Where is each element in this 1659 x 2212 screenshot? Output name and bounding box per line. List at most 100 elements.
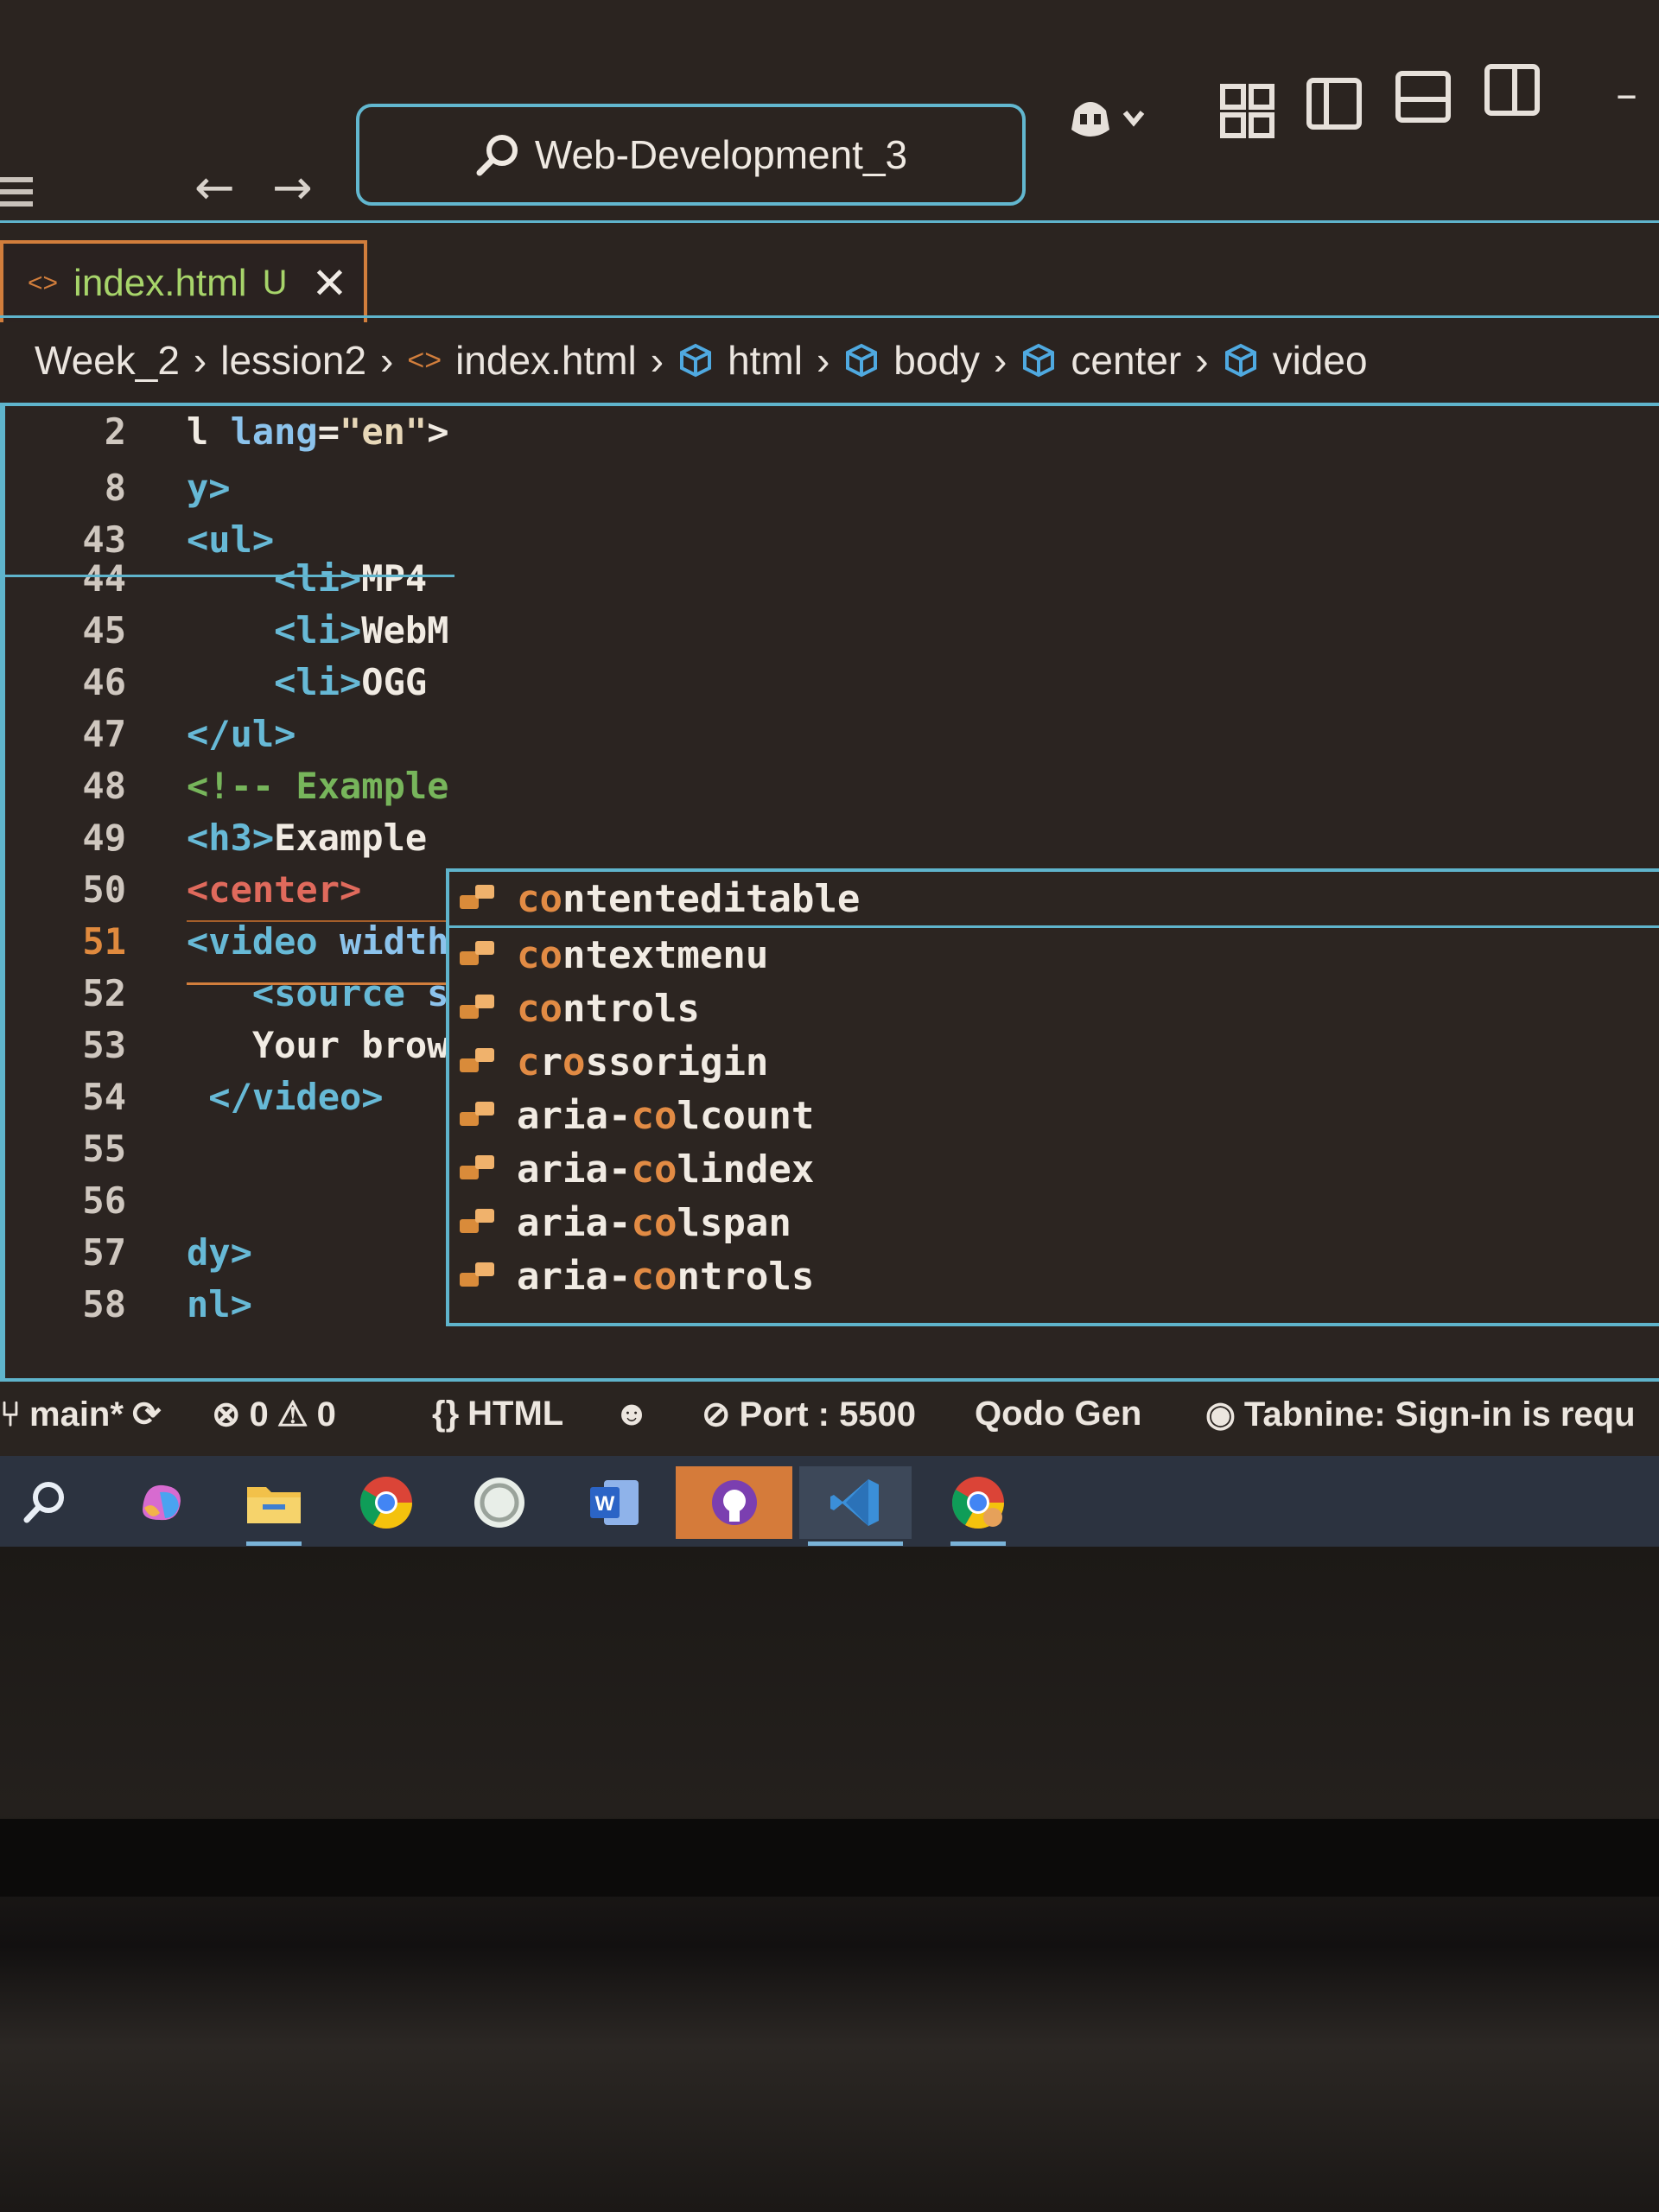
breadcrumb-week2[interactable]: Week_2 bbox=[35, 337, 180, 384]
chrome-icon[interactable] bbox=[350, 1466, 423, 1539]
suggestion-text: lindex bbox=[677, 1147, 815, 1192]
code-token: </video> bbox=[187, 1076, 384, 1118]
code-token: lang bbox=[230, 410, 318, 453]
code-token: <li> bbox=[187, 661, 362, 703]
file-explorer-icon[interactable] bbox=[238, 1466, 310, 1546]
code-token: > bbox=[427, 410, 449, 453]
command-center-search[interactable]: Web-Development_3 bbox=[356, 104, 1026, 206]
suggestion-text: r bbox=[539, 1039, 563, 1084]
line-number: 46 bbox=[82, 661, 126, 703]
qodo-gen-status[interactable]: Qodo Gen bbox=[975, 1395, 1141, 1433]
search-icon bbox=[476, 135, 518, 176]
windows-taskbar: W bbox=[0, 1456, 1659, 1547]
code-editor[interactable]: 58 nl> 57 dy> 56 55 54 </video> 53 Your browser… bbox=[0, 406, 1659, 1378]
suggestion-text: aria- bbox=[517, 1200, 632, 1245]
suggestion-item[interactable]: aria-controls bbox=[449, 1249, 1659, 1303]
vscode-icon[interactable] bbox=[799, 1466, 912, 1546]
toggle-primary-sidebar-icon[interactable] bbox=[1306, 78, 1362, 130]
code-line[interactable]: 49 <h3>Example bbox=[5, 812, 1659, 864]
running-indicator bbox=[246, 1541, 302, 1546]
chevron-right-icon: › bbox=[380, 338, 394, 383]
search-label: Web-Development_3 bbox=[534, 132, 908, 177]
element-cube-icon bbox=[1224, 343, 1256, 378]
back-arrow-icon[interactable]: ← bbox=[194, 160, 235, 216]
suggestion-label: crossorigin bbox=[517, 1040, 768, 1084]
sticky-scroll-divider bbox=[5, 575, 454, 577]
breadcrumb-video[interactable]: video bbox=[1273, 337, 1368, 384]
code-text: nl> bbox=[187, 1279, 252, 1331]
code-text: y> bbox=[187, 462, 231, 514]
customize-layout-icon[interactable] bbox=[1218, 82, 1279, 146]
suggestion-label: contenteditable bbox=[517, 877, 860, 921]
code-line[interactable]: 43 <ul> bbox=[5, 514, 1659, 566]
minimize-icon[interactable]: – bbox=[1616, 69, 1637, 119]
suggestion-text: aria- bbox=[517, 1147, 632, 1192]
toggle-panel-icon[interactable] bbox=[1395, 71, 1451, 123]
suggestion-text: co bbox=[517, 876, 563, 921]
code-line[interactable]: 2 l lang="en"> bbox=[5, 406, 1659, 458]
word-icon[interactable]: W bbox=[579, 1466, 652, 1539]
copilot-status-icon[interactable]: ☻ bbox=[613, 1395, 650, 1433]
suggestion-item[interactable]: contextmenu bbox=[449, 928, 1659, 982]
suggestion-text: co bbox=[631, 1147, 677, 1192]
code-line[interactable]: 46 <li>OGG bbox=[5, 657, 1659, 709]
copilot-app-icon[interactable] bbox=[125, 1466, 198, 1539]
tabnine-status[interactable]: ◉ Tabnine: Sign-in is requ bbox=[1205, 1395, 1636, 1434]
breadcrumb-body[interactable]: body bbox=[893, 337, 980, 384]
breadcrumb-html[interactable]: html bbox=[728, 337, 803, 384]
line-number: 58 bbox=[82, 1283, 126, 1325]
title-bar: ← → Web-Development_3 – bbox=[0, 0, 1659, 225]
forward-arrow-icon[interactable]: → bbox=[272, 160, 313, 216]
breadcrumb-index-html[interactable]: index.html bbox=[455, 337, 637, 384]
suggestion-item[interactable]: aria-colindex bbox=[449, 1142, 1659, 1196]
chevron-right-icon: › bbox=[994, 338, 1007, 383]
code-text: </video> bbox=[187, 1071, 384, 1123]
code-line[interactable]: 48 <!-- Example bbox=[5, 760, 1659, 812]
problems-status[interactable]: ⊗ 0 ⚠ 0 bbox=[212, 1395, 336, 1434]
code-token: <li> bbox=[187, 609, 362, 652]
breadcrumb-center[interactable]: center bbox=[1071, 337, 1181, 384]
whatsapp-icon[interactable] bbox=[463, 1466, 536, 1539]
tab-filename: index.html bbox=[73, 261, 247, 304]
suggestion-item[interactable]: crossorigin bbox=[449, 1035, 1659, 1089]
chrome-profile-icon[interactable] bbox=[942, 1466, 1014, 1546]
port-label: Port : 5500 bbox=[739, 1395, 917, 1433]
suggestion-item[interactable]: aria-colspan bbox=[449, 1196, 1659, 1249]
tab-index-html[interactable]: <> index.html U ✕ bbox=[0, 240, 367, 322]
live-server-status[interactable]: ⊘ Port : 5500 bbox=[702, 1395, 916, 1434]
error-count: 0 bbox=[249, 1395, 269, 1433]
github-desktop-icon[interactable] bbox=[676, 1466, 792, 1539]
line-number: 43 bbox=[82, 518, 126, 561]
code-line[interactable]: 47 </ul> bbox=[5, 709, 1659, 760]
suggestion-item[interactable]: aria-colcount bbox=[449, 1089, 1659, 1142]
braces-icon: {} bbox=[432, 1395, 460, 1433]
suggestion-text: co bbox=[631, 1200, 677, 1245]
suggestion-text: aria- bbox=[517, 1254, 632, 1299]
line-number: 56 bbox=[82, 1179, 126, 1222]
toggle-secondary-sidebar-icon[interactable] bbox=[1484, 64, 1540, 116]
tab-close-icon[interactable]: ✕ bbox=[311, 258, 347, 308]
suggestion-text: co bbox=[631, 1254, 677, 1299]
suggestion-text: ntrols bbox=[562, 986, 700, 1031]
suggestion-text: ntrols bbox=[677, 1254, 815, 1299]
suggestion-label: aria-colcount bbox=[517, 1094, 814, 1138]
element-cube-icon bbox=[1023, 343, 1055, 378]
breadcrumb-lession2[interactable]: lession2 bbox=[220, 337, 366, 384]
branch-status[interactable]: ⑂ main* ⟳ bbox=[0, 1395, 161, 1434]
suggestion-text: ssorigin bbox=[585, 1039, 769, 1084]
suggestion-item[interactable]: controls bbox=[449, 982, 1659, 1035]
taskbar-search-icon[interactable] bbox=[9, 1466, 81, 1539]
code-line[interactable]: 45 <li>WebM bbox=[5, 605, 1659, 657]
suggestion-item[interactable]: contenteditable bbox=[449, 872, 1659, 928]
suggestion-text: co bbox=[517, 932, 563, 977]
copilot-icon[interactable] bbox=[1065, 93, 1160, 149]
hamburger-menu-icon[interactable] bbox=[0, 177, 33, 215]
code-line[interactable]: 8 y> bbox=[5, 462, 1659, 514]
code-token: Example bbox=[274, 817, 428, 859]
code-text: </ul> bbox=[187, 709, 296, 760]
line-number: 8 bbox=[104, 467, 126, 509]
autocomplete-suggestions[interactable]: contenteditable contextmenu controls crosso… bbox=[446, 868, 1659, 1326]
tabnine-icon: ◉ bbox=[1205, 1395, 1236, 1433]
language-mode[interactable]: {} HTML bbox=[432, 1395, 563, 1433]
suggestion-text: co bbox=[517, 986, 563, 1031]
